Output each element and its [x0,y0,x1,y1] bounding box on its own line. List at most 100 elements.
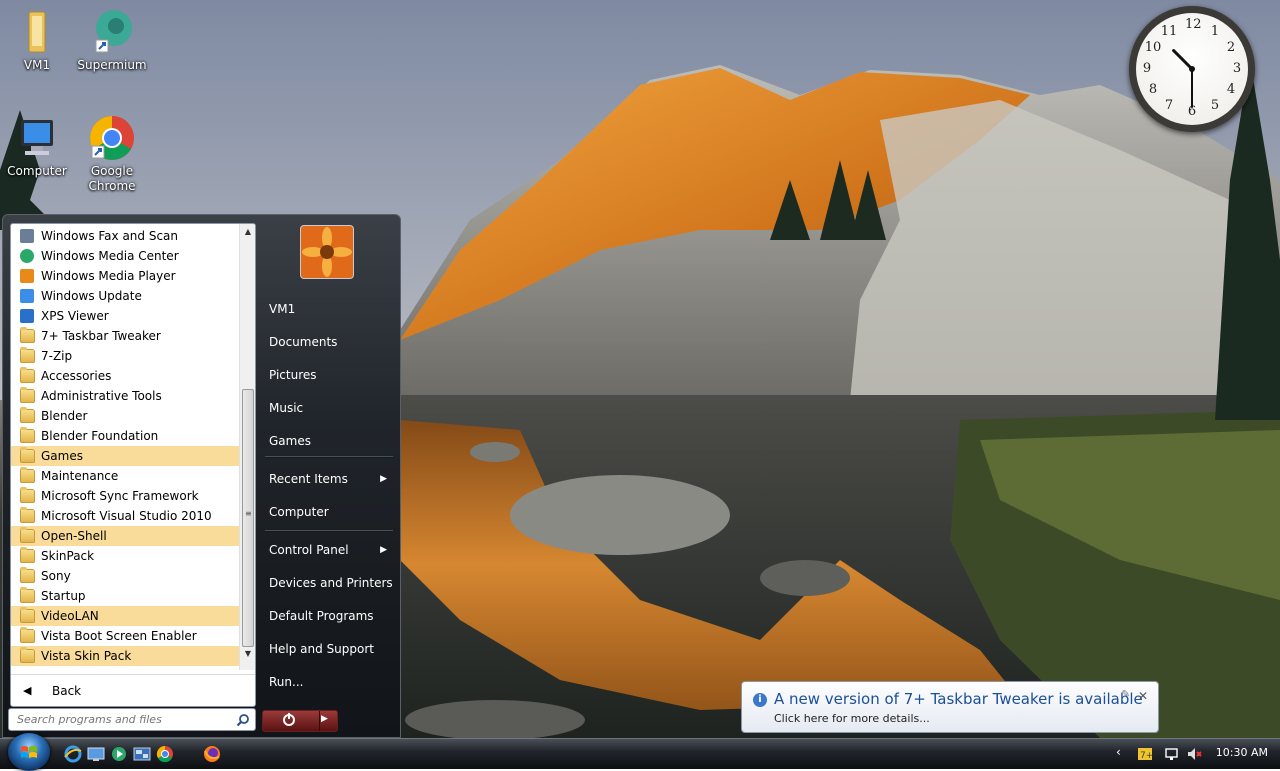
folder-icon [20,407,35,423]
program-label: 7-Zip [41,349,73,363]
desktop-icon-vm1[interactable]: VM1 [0,8,75,73]
scroll-up-arrow[interactable]: ▲ [240,224,255,240]
start-menu-link[interactable]: Computer [265,498,395,526]
program-label: Windows Fax and Scan [41,229,179,243]
start-menu-link[interactable]: VM1 [265,295,395,323]
show-desktop-icon[interactable] [87,745,105,763]
scroll-thumb[interactable]: ≡ [242,389,254,647]
notification-balloon[interactable]: i A new version of 7+ Taskbar Tweaker is… [741,681,1159,733]
program-item[interactable]: Accessories [11,366,239,386]
program-item[interactable]: Windows Update [11,286,239,306]
program-item[interactable]: Windows Fax and Scan [11,226,239,246]
program-list-scrollbar[interactable]: ▲ ≡ ▼ [239,224,255,670]
fax-icon [20,229,34,243]
start-menu-link-label: Default Programs [269,609,374,623]
program-label: Accessories [41,369,112,383]
program-label: Maintenance [41,469,119,483]
shutdown-options-arrow-icon[interactable]: ▶ [321,714,328,724]
program-item[interactable]: Sony [11,566,239,586]
program-label: Blender Foundation [41,429,159,443]
start-menu-link-label: Recent Items [269,472,348,486]
program-item[interactable]: XPS Viewer [11,306,239,326]
media-player-icon [20,269,34,283]
start-menu-link[interactable]: Default Programs [265,602,395,630]
program-label: XPS Viewer [41,309,109,323]
start-button[interactable] [8,733,50,771]
program-label: Games [41,449,83,463]
notification-title: A new version of 7+ Taskbar Tweaker is a… [774,690,1143,708]
program-label: Windows Media Player [41,269,176,283]
internet-explorer-icon[interactable] [64,745,82,763]
program-label: Administrative Tools [41,389,162,403]
desktop-icon-supermium[interactable]: Supermium [74,8,150,73]
start-menu-link[interactable]: Help and Support [265,635,395,663]
back-button[interactable]: ◀ Back [11,674,255,706]
windows-logo-icon [21,746,37,758]
shutdown-button[interactable]: ▶ [262,710,338,732]
start-menu-link[interactable]: Recent Items ▶ [265,465,395,493]
folder-icon [20,507,35,523]
pin-icon[interactable]: ✎ [1122,689,1130,700]
start-menu-link[interactable]: Music [265,394,395,422]
taskbar-tweaker-tray-icon[interactable]: 7+ [1136,745,1154,763]
program-item[interactable]: Administrative Tools [11,386,239,406]
program-item[interactable]: Blender [11,406,239,426]
desktop-icon-computer[interactable]: Computer [0,114,75,179]
program-item[interactable]: Games [11,446,239,466]
scroll-down-arrow[interactable]: ▼ [240,646,255,662]
folder-icon [20,467,35,483]
start-menu-link-label: Pictures [269,368,317,382]
chrome-icon[interactable] [156,745,174,763]
program-item[interactable]: 7-Zip [11,346,239,366]
program-item[interactable]: SkinPack [11,546,239,566]
close-icon[interactable]: ✕ [1138,689,1148,703]
power-icon[interactable] [263,711,320,731]
program-item[interactable]: Startup [11,586,239,606]
start-menu-link[interactable]: Pictures [265,361,395,389]
program-item[interactable]: 7+ Taskbar Tweaker [11,326,239,346]
search-icon[interactable] [236,713,250,727]
start-menu-link-label: Devices and Printers [269,576,393,590]
start-menu-link[interactable]: Run... [265,668,395,696]
start-menu-link[interactable]: Documents [265,328,395,356]
all-programs-pane: Windows Fax and Scan Windows Media Center… [10,223,256,707]
start-menu-link[interactable]: Control Panel ▶ [265,536,395,564]
program-item[interactable]: Microsoft Visual Studio 2010 [11,506,239,526]
network-icon[interactable] [1164,745,1182,763]
start-menu-link[interactable]: Games [265,427,395,455]
media-center-icon[interactable] [110,745,128,763]
clock-hands [1172,49,1195,108]
clock-gadget[interactable]: 12 1 2 3 4 5 6 7 8 9 10 11 [1129,6,1255,132]
firefox-icon[interactable] [203,745,221,763]
desktop-icon-chrome[interactable]: Google Chrome [74,114,150,194]
program-item[interactable]: Vista Boot Screen Enabler [11,626,239,646]
start-menu-link-label: Music [269,401,304,415]
program-item[interactable]: Open-Shell [11,526,239,546]
search-box[interactable] [8,708,256,731]
media-center-icon [20,249,34,263]
folder-icon [20,427,35,443]
system-clock[interactable]: 10:30 AM [1216,746,1268,759]
chrome-icon [88,114,136,162]
show-hidden-chevron-icon[interactable]: ‹ [1116,745,1126,763]
start-menu-link[interactable]: Devices and Printers [265,569,395,597]
program-item[interactable]: Windows Media Center [11,246,239,266]
notification-body: Click here for more details... [774,712,930,725]
volume-muted-icon[interactable] [1186,745,1204,763]
program-item[interactable]: Vista Skin Pack [11,646,239,666]
folder-icon [20,527,35,543]
program-item[interactable]: Maintenance [11,466,239,486]
scroll-grip-icon: ≡ [245,509,252,518]
program-item[interactable]: Microsoft Sync Framework [11,486,239,506]
program-item[interactable]: VideoLAN [11,606,239,626]
search-input[interactable] [15,712,229,727]
user-picture[interactable] [300,225,354,279]
flower-avatar-icon [301,226,353,278]
program-item[interactable]: Blender Foundation [11,426,239,446]
windows-update-icon [20,289,34,303]
xps-viewer-icon [20,309,34,323]
switcher-icon[interactable] [133,745,151,763]
program-label: Open-Shell [41,529,107,543]
program-item[interactable]: Windows Media Player [11,266,239,286]
program-label: Sony [41,569,71,583]
